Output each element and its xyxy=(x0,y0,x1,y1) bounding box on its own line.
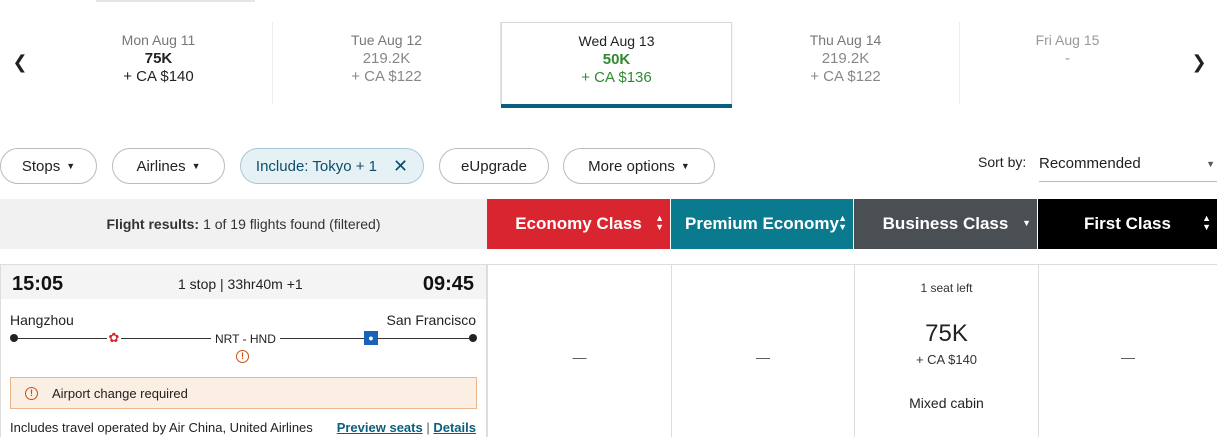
premium-economy-fare-cell: — xyxy=(671,264,854,437)
seats-left: 1 seat left xyxy=(920,281,973,295)
business-class-label: Business Class xyxy=(882,214,1009,233)
operated-by-text: Includes travel operated by Air China, U… xyxy=(10,420,313,435)
sort-by-label: Sort by: xyxy=(978,154,1027,170)
arrival-time: 09:45 xyxy=(422,273,474,295)
sort-desc-icon: ▼ xyxy=(1022,218,1031,228)
date-label: Tue Aug 12 xyxy=(350,32,423,48)
business-fare-cell[interactable]: 1 seat left 75K + CA $140 Mixed cabin xyxy=(854,264,1038,437)
fare-miles: 75K xyxy=(925,320,968,347)
first-class-header[interactable]: First Class ▲ ▼ xyxy=(1038,199,1217,249)
date-label: Thu Aug 14 xyxy=(809,32,882,48)
flight-results-label: Flight results: xyxy=(106,216,200,232)
selected-underline xyxy=(501,104,732,108)
airport-change-alert: ! Airport change required xyxy=(10,377,477,409)
caret-down-icon: ▼ xyxy=(191,161,201,171)
date-miles: 219.2K xyxy=(821,50,870,67)
date-miles: 219.2K xyxy=(362,50,411,67)
details-link[interactable]: Details xyxy=(433,420,476,435)
more-options-button[interactable]: More options ▼ xyxy=(563,148,715,184)
sort-icon: ▲ ▼ xyxy=(655,213,664,232)
united-logo-icon: ● xyxy=(364,331,378,345)
mixed-cabin-note: Mixed cabin xyxy=(909,395,984,411)
departure-time: 15:05 xyxy=(12,273,64,295)
date-miles: - xyxy=(1065,50,1070,67)
fare-unavailable: — xyxy=(756,349,770,365)
first-class-label: First Class xyxy=(1084,214,1171,233)
preview-seats-link[interactable]: Preview seats xyxy=(337,420,423,435)
caret-down-icon: ▼ xyxy=(680,161,690,171)
top-divider xyxy=(96,0,255,2)
sort-icon: ▲ ▼ xyxy=(838,213,847,232)
caret-down-icon: ▼ xyxy=(1206,158,1215,169)
connection-airports: NRT - HND xyxy=(211,332,280,346)
date-card-aug-13-selected[interactable]: Wed Aug 13 50K + CA $136 xyxy=(501,22,732,108)
stops-duration: 1 stop | 33hr40m +1 xyxy=(178,276,303,292)
flight-results-count: 1 of 19 flights found (filtered) xyxy=(203,216,381,232)
airlines-filter-button[interactable]: Airlines ▼ xyxy=(112,148,225,184)
economy-fare-cell: — xyxy=(487,264,671,437)
air-china-logo-icon: ✿ xyxy=(107,330,121,345)
date-label: Mon Aug 11 xyxy=(121,32,196,48)
fare-tax: + CA $140 xyxy=(915,352,978,367)
premium-economy-header[interactable]: Premium Economy ▲ ▼ xyxy=(671,199,853,249)
include-tokyo-filter-chip[interactable]: Include: Tokyo + 1 ✕ xyxy=(240,148,424,184)
fare-unavailable: — xyxy=(572,349,587,365)
date-label: Fri Aug 15 xyxy=(1035,32,1100,48)
sort-by-select[interactable]: Recommended ▼ xyxy=(1039,146,1217,182)
eupgrade-filter-button[interactable]: eUpgrade xyxy=(439,148,549,184)
origin-city: Hangzhou xyxy=(10,312,74,328)
destination-dot xyxy=(469,334,477,342)
more-options-label: More options xyxy=(588,157,675,175)
warning-icon: ! xyxy=(25,386,38,400)
date-card-aug-14[interactable]: Thu Aug 14 219.2K + CA $122 xyxy=(732,22,960,104)
date-label: Wed Aug 13 xyxy=(578,33,655,49)
date-card-aug-15[interactable]: Fri Aug 15 - xyxy=(960,22,1175,104)
business-class-header[interactable]: Business Class ▼ xyxy=(854,199,1037,249)
flight-card: 15:05 1 stop | 33hr40m +1 09:45 Hangzhou… xyxy=(0,264,487,437)
chevron-left-icon[interactable]: ❮ xyxy=(8,50,32,74)
date-card-aug-12[interactable]: Tue Aug 12 219.2K + CA $122 xyxy=(273,22,501,104)
date-miles: 50K xyxy=(602,51,631,68)
flight-results-header: Flight results: 1 of 19 flights found (f… xyxy=(0,199,487,249)
eupgrade-filter-label: eUpgrade xyxy=(461,157,527,175)
date-tax: + CA $122 xyxy=(351,68,422,85)
alert-text: Airport change required xyxy=(52,385,188,401)
premium-economy-label: Premium Economy xyxy=(685,214,839,233)
flight-links: Preview seats | Details xyxy=(337,420,476,435)
stops-filter-button[interactable]: Stops ▼ xyxy=(0,148,97,184)
airlines-filter-label: Airlines xyxy=(136,157,186,175)
sort-by-value: Recommended xyxy=(1039,155,1141,172)
stops-filter-label: Stops xyxy=(21,157,61,175)
flight-search-results: ❮ ❯ Mon Aug 11 75K + CA $140 Tue Aug 12 … xyxy=(0,0,1217,437)
link-separator: | xyxy=(426,420,430,435)
date-tax: + CA $136 xyxy=(581,69,652,86)
chevron-right-icon[interactable]: ❯ xyxy=(1187,50,1211,74)
warning-icon: ! xyxy=(236,350,249,363)
first-class-fare-cell: — xyxy=(1038,264,1217,437)
date-card-aug-11[interactable]: Mon Aug 11 75K + CA $140 xyxy=(45,22,273,104)
fare-unavailable: — xyxy=(1121,349,1135,365)
date-miles: 75K xyxy=(144,50,173,67)
origin-dot xyxy=(10,334,18,342)
economy-class-header[interactable]: Economy Class ▲ ▼ xyxy=(487,199,670,249)
destination-city: San Francisco xyxy=(386,312,476,328)
date-tax: + CA $140 xyxy=(123,68,194,85)
economy-class-label: Economy Class xyxy=(515,214,642,233)
date-tax: + CA $122 xyxy=(810,68,881,85)
include-filter-label: Include: Tokyo + 1 xyxy=(255,157,377,175)
sort-icon: ▲ ▼ xyxy=(1202,213,1211,232)
close-icon[interactable]: ✕ xyxy=(393,156,408,177)
caret-down-icon: ▼ xyxy=(66,161,76,171)
